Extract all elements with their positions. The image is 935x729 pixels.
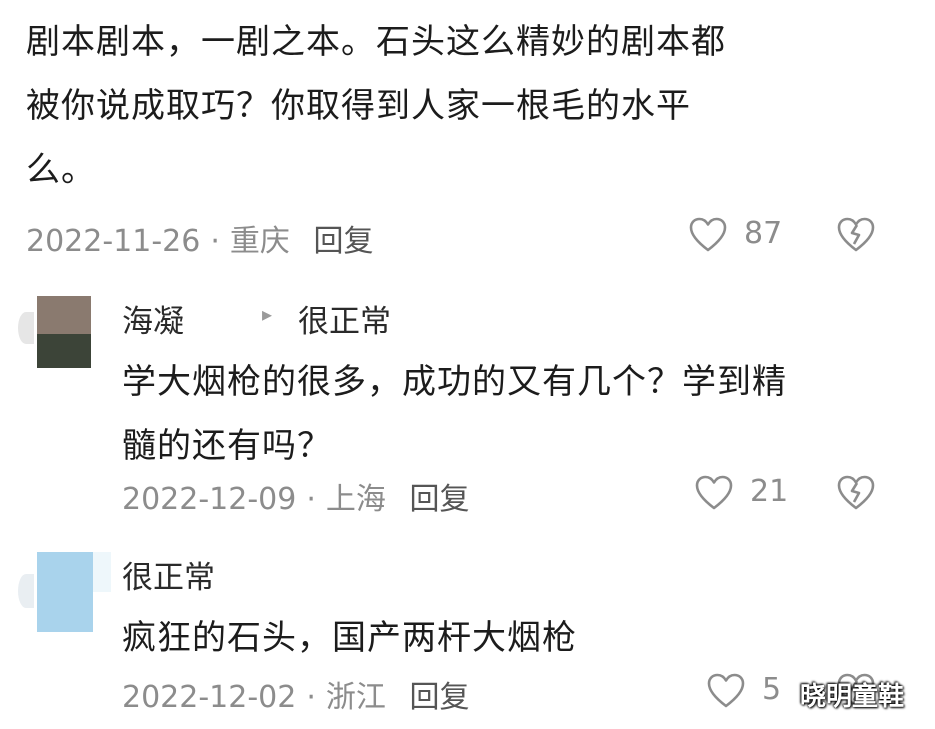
like-button[interactable] [706,672,746,710]
comment-meta: 2022-12-02 · 浙江 回复 [122,680,470,715]
comment-text: 学大烟枪的很多，成功的又有几个？学到精 髓的还有吗？ [122,350,902,478]
comment-location: 上海 [325,482,386,517]
author-name[interactable]: 很正常 [122,552,215,597]
comment-line: 剧本剧本，一剧之本。石头这么精妙的剧本都 [26,22,726,62]
like-button[interactable] [694,474,734,512]
broken-heart-icon [837,217,875,252]
comment-line: 疯狂的石头，国产两杆大烟枪 [122,618,577,658]
like-count: 21 [750,474,789,509]
reply-arrow-icon: ▸ [262,302,273,326]
comment-line: 学大烟枪的很多，成功的又有几个？学到精 [122,362,787,402]
comment-date: 2022-12-09 [122,482,297,517]
heart-outline-icon [689,217,727,252]
reply-button[interactable]: 回复 [409,680,469,715]
avatar[interactable] [18,552,112,632]
heart-outline-icon [707,673,745,708]
comment-line: 被你说成取巧？你取得到人家一根毛的水平 [26,86,691,126]
like-count: 5 [762,672,782,707]
comment-meta: 2022-12-09 · 上海 回复 [122,482,470,517]
heart-outline-icon [695,475,733,510]
broken-heart-icon [837,475,875,510]
comment-location: 重庆 [229,224,290,259]
reply-to-name[interactable]: 很正常 [298,296,391,341]
comment-meta: 2022-11-26 · 重庆 回复 [26,224,374,259]
watermark: 晓明童鞋 [800,682,905,712]
comment-date: 2022-11-26 [26,224,201,259]
like-count: 87 [744,216,783,251]
comment-location: 浙江 [325,680,386,715]
dislike-button[interactable] [836,216,876,254]
comment-line: 髓的还有吗？ [122,426,332,466]
comment-line: 么。 [26,150,96,190]
reply-button[interactable]: 回复 [409,482,469,517]
author-name[interactable]: 海凝 [122,296,184,341]
avatar[interactable] [18,296,96,372]
comment-text: 剧本剧本，一剧之本。石头这么精妙的剧本都 被你说成取巧？你取得到人家一根毛的水平… [26,10,906,202]
like-button[interactable] [688,216,728,254]
comment-text: 疯狂的石头，国产两杆大烟枪 [122,606,902,670]
comment-date: 2022-12-02 [122,680,297,715]
reply-button[interactable]: 回复 [313,224,373,259]
dislike-button[interactable] [836,474,876,512]
